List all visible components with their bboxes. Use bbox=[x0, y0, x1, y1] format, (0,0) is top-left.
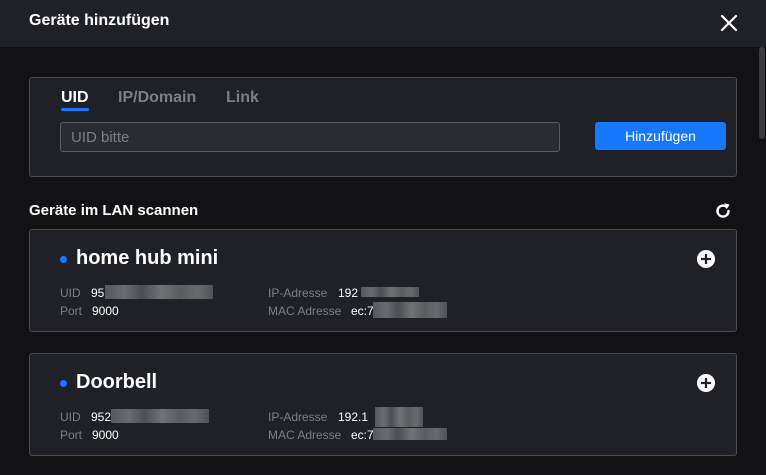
add-device-panel: UID IP/Domain Link Hinzufügen bbox=[29, 77, 737, 177]
scrollbar-thumb[interactable] bbox=[759, 47, 765, 139]
tab-ip-domain[interactable]: IP/Domain bbox=[118, 89, 196, 107]
ip-label: IP-Adresse bbox=[268, 410, 328, 424]
close-icon bbox=[720, 14, 738, 32]
device-card: Doorbell UID 952 Port 9000 IP-Adresse 19… bbox=[29, 353, 737, 456]
uid-input[interactable] bbox=[60, 122, 560, 152]
tab-uid[interactable]: UID bbox=[61, 89, 89, 107]
device-name: home hub mini bbox=[76, 247, 219, 269]
dialog-header: Geräte hinzufügen bbox=[0, 0, 766, 47]
tab-link[interactable]: Link bbox=[226, 89, 259, 107]
port-label: Port bbox=[60, 304, 83, 318]
uid-value: 95 bbox=[91, 286, 105, 300]
plus-circle-icon bbox=[697, 374, 715, 392]
redacted-uid bbox=[105, 285, 213, 299]
port-value: 9000 bbox=[92, 428, 119, 442]
plus-circle-icon bbox=[697, 250, 715, 268]
redacted-mac bbox=[373, 428, 447, 440]
device-name: Doorbell bbox=[76, 371, 158, 393]
close-button[interactable] bbox=[716, 10, 742, 36]
dialog-title: Geräte hinzufügen bbox=[29, 12, 170, 29]
status-dot bbox=[60, 380, 67, 387]
refresh-button[interactable] bbox=[713, 201, 733, 221]
add-button[interactable]: Hinzufügen bbox=[595, 122, 726, 150]
mac-value: ec:7 bbox=[351, 304, 374, 318]
ip-value: 192 bbox=[338, 286, 359, 300]
mac-label: MAC Adresse bbox=[268, 304, 342, 318]
active-tab-indicator bbox=[61, 108, 89, 111]
port-label: Port bbox=[60, 428, 83, 442]
add-device-button[interactable] bbox=[696, 249, 716, 269]
uid-label: UID bbox=[60, 410, 81, 424]
refresh-icon bbox=[716, 203, 730, 218]
ip-value: 192.1 bbox=[338, 410, 369, 424]
device-card: home hub mini UID 95 Port 9000 IP-Adress… bbox=[29, 229, 737, 332]
mac-label: MAC Adresse bbox=[268, 428, 342, 442]
add-device-button[interactable] bbox=[696, 373, 716, 393]
mac-value: ec:7 bbox=[351, 428, 374, 442]
port-value: 9000 bbox=[92, 304, 119, 318]
uid-value: 952 bbox=[91, 410, 112, 424]
status-dot bbox=[60, 256, 67, 263]
redacted-uid bbox=[111, 409, 209, 423]
redacted-mac bbox=[373, 302, 447, 318]
redacted-ip bbox=[361, 287, 419, 297]
uid-label: UID bbox=[60, 286, 81, 300]
redacted-ip bbox=[375, 407, 423, 427]
lan-scan-title: Geräte im LAN scannen bbox=[29, 202, 199, 219]
ip-label: IP-Adresse bbox=[268, 286, 328, 300]
